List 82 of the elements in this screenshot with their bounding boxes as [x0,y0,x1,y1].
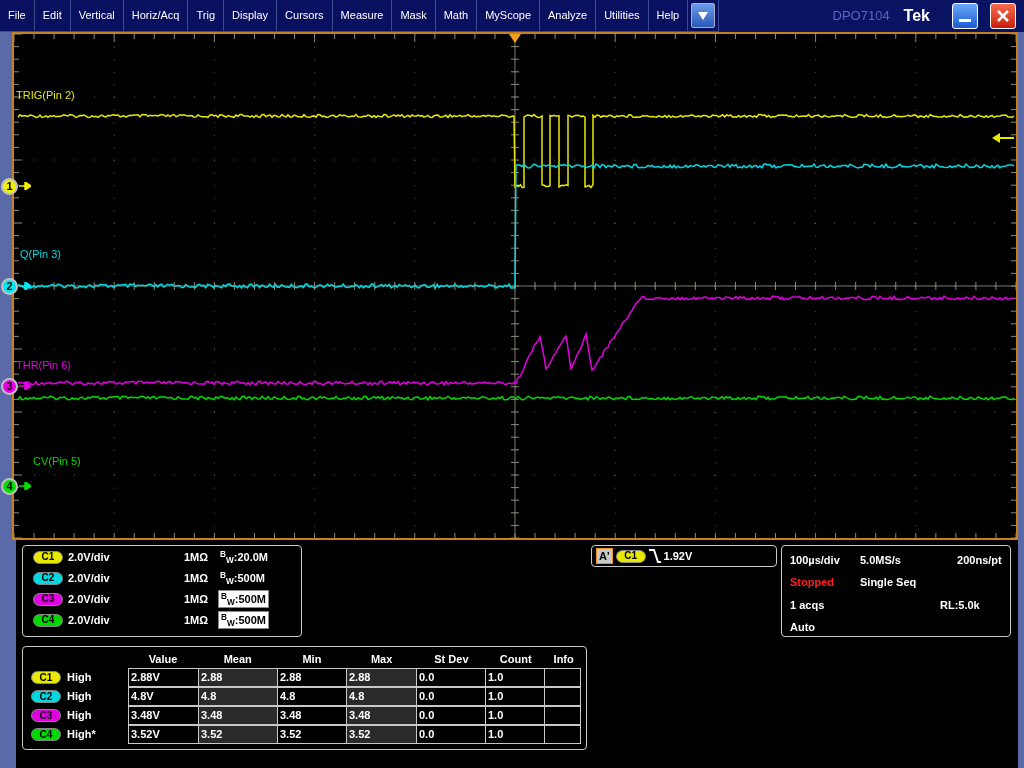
menu-item[interactable]: Cursors [277,0,333,31]
measurement-name: High* [67,727,96,743]
menu-item[interactable]: Utilities [596,0,649,31]
menu-item[interactable]: MyScope [477,0,540,31]
channel-badge: C1 [33,550,63,564]
impedance: 1MΩ [184,549,210,565]
waveform-label: THR(Pin 6) [16,360,71,371]
channel-badge: C1 [615,549,646,563]
column-header: St Dev [433,651,470,667]
close-icon [997,10,1009,22]
table-cell: 2.88 [198,667,278,687]
channel-arrow-icon [19,182,31,190]
column-header: Count [498,651,533,667]
column-header: Max [369,651,394,667]
trigger-event-label: A' [596,548,613,564]
volts-per-div: 2.0V/div [68,549,111,565]
trigger-position-icon [509,34,521,43]
waveform-label: Q(Pin 3) [20,249,61,260]
record-length: RL:5.0k [940,597,981,613]
menu-item[interactable]: Display [224,0,278,31]
channel-badge: C1 [31,671,61,684]
channel-arrow-icon [19,382,31,390]
menu-item[interactable]: Horiz/Acq [123,0,189,31]
channel-marker[interactable]: 3 [1,378,18,395]
trigger-level-icon [992,133,1015,143]
sample-rate: 5.0MS/s [860,552,902,568]
channel-badge: C2 [33,571,63,585]
table-cell: 0.0 [416,667,486,687]
column-header: Min [301,651,323,667]
menu-item[interactable]: Help [648,0,689,31]
channel-marker[interactable]: 2 [1,278,18,295]
acquisition-mode: Single Seq [860,575,918,590]
measurement-name: High [67,708,92,724]
channel-badge: C4 [33,613,63,627]
impedance: 1MΩ [184,570,210,586]
impedance: 1MΩ [184,612,210,628]
menu-item[interactable]: Vertical [70,0,124,31]
volts-per-div: 2.0V/div [68,570,111,586]
table-cell: 2.88 [346,667,417,687]
trigger-mode: Auto [790,620,817,635]
table-cell: 1.0 [485,667,545,687]
column-header: Info [552,651,575,667]
menu-item[interactable]: Math [435,0,478,31]
menu-item[interactable]: Measure [332,0,393,31]
volts-per-div: 2.0V/div [68,612,111,628]
column-header: Value [147,651,179,667]
minimize-icon [959,19,971,22]
minimize-button[interactable] [952,3,978,29]
model-name: DPO7104 [832,7,890,26]
channel-marker[interactable]: 1 [1,178,18,195]
channel-badge: C4 [31,728,61,741]
menu-item[interactable]: Analyze [540,0,597,31]
table-cell [544,667,581,687]
channel-arrow-icon [19,282,31,290]
channel-badge: C2 [31,690,61,703]
channel-marker[interactable]: 4 [1,478,18,495]
channel-arrow-icon [19,482,31,490]
impedance: 1MΩ [184,591,210,607]
close-button[interactable] [990,3,1016,29]
falling-edge-icon [648,549,661,563]
caret-icon [698,11,709,20]
menu-dropdown-button[interactable] [691,3,716,28]
measurement-name: High [67,689,92,705]
time-per-point: 200ns/pt [956,552,1003,568]
menu-item[interactable]: Trig [188,0,224,31]
waveform-label: CV(Pin 5) [33,456,81,467]
menu-item[interactable]: Edit [34,0,71,31]
table-cell: 2.88V [128,667,199,687]
trigger-voltage: 1.92V [663,548,693,564]
column-header: Mean [222,651,253,667]
time-per-div: 100µs/div [790,552,841,568]
brand-logo: Tek [903,6,930,26]
table-cell: 2.88 [277,667,347,687]
volts-per-div: 2.0V/div [68,591,111,607]
channel-badge: C3 [33,592,63,606]
menu-item[interactable]: File [0,0,35,31]
acquisition-status: Stopped [790,575,835,590]
menu-item[interactable]: Mask [392,0,436,31]
waveform-label: TRIG(Pin 2) [16,90,75,101]
channel-badge: C3 [31,709,61,722]
measurement-name: High [67,670,92,686]
acquisition-count: 1 acqs [790,597,826,613]
